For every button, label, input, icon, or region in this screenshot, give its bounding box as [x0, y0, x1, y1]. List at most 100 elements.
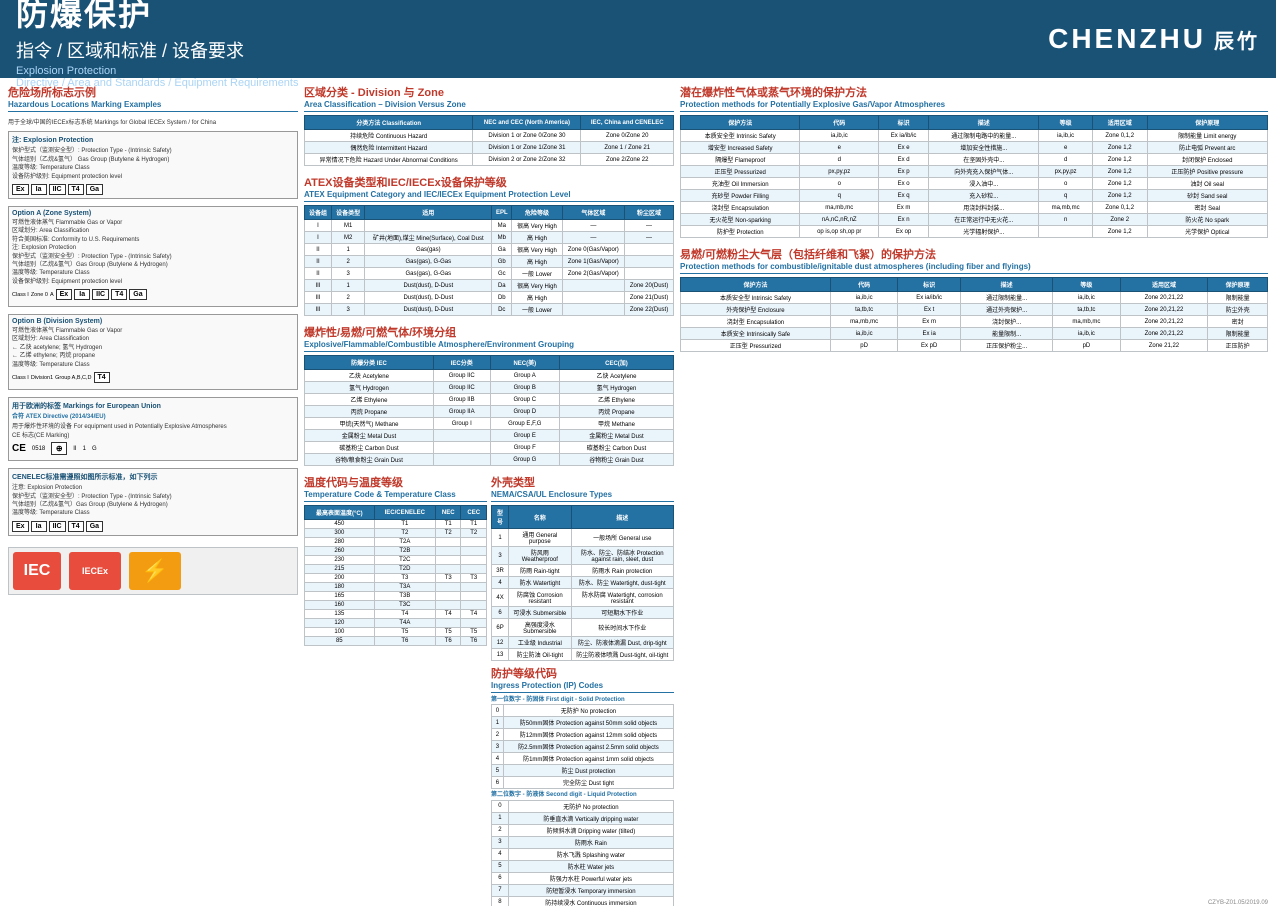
table-cell: 高 High — [512, 232, 562, 244]
option-b-diagram: Option B (Division System) 可燃性液体蒸气 Flamm… — [8, 314, 298, 390]
table-row: II2Gas(gas), G-GasGb高 HighZone 1(Gas/Vap… — [305, 256, 674, 268]
table-cell: Dc — [492, 304, 512, 316]
section6-title-en: NEMA/CSA/UL Enclosure Types — [491, 490, 674, 499]
table-cell: 乙烯 Ethylene — [559, 394, 673, 406]
table-cell: Group IIA — [433, 406, 490, 418]
table-cell: 持续危险 Continuous Hazard — [305, 130, 473, 142]
table-row: 7防短暂浸水 Temporary immersion — [492, 884, 674, 896]
table-cell: M1 — [331, 220, 364, 232]
table-cell: 2 — [331, 292, 364, 304]
table-cell: Zone 21(Dust) — [625, 292, 674, 304]
table-cell: 160 — [305, 601, 375, 610]
gp-col4: 描述 — [929, 116, 1039, 130]
table-cell: Zone 0,1,2 — [1092, 130, 1147, 142]
table-row: 隔爆型 FlameproofdEx d在坚固外壳中...dZone 1,2封闭保… — [681, 154, 1268, 166]
table-cell: T6 — [374, 637, 435, 646]
table-cell: 正压保护粉尘... — [961, 340, 1053, 352]
table-cell: 向外壳充入保护气体... — [929, 166, 1039, 178]
table-row: 本质安全型 Intrinsic Safetyia,ib,icEx ia/ib/i… — [681, 292, 1268, 304]
table-cell: Zone 2 — [1092, 214, 1147, 226]
table-cell: Zone 0,1,2 — [1092, 202, 1147, 214]
dp-col1: 保护方法 — [681, 278, 831, 292]
table-cell: 可短期水下作业 — [571, 607, 673, 619]
table-cell: 碳基粉尘 Carbon Dust — [559, 442, 673, 454]
table-cell: 在坚固外壳中... — [929, 154, 1039, 166]
main-subtitle-zh: 指令 / 区域和标准 / 设备要求 — [16, 37, 298, 63]
temp-code-section: 温度代码与温度等级 Temperature Code & Temperature… — [304, 474, 487, 906]
ia-box: Ia — [31, 184, 47, 195]
table-cell: ta,tb,tc — [1053, 304, 1120, 316]
table-cell — [625, 268, 674, 280]
table-row: 乙炔 AcetyleneGroup IICGroup A乙炔 Acetylene — [305, 370, 674, 382]
table-row: 3防风雨 Weatherproof防水、防尘、防结冰 Protection ag… — [492, 547, 674, 565]
table-cell — [436, 565, 461, 574]
table-cell: Gas(gas), G-Gas — [365, 268, 492, 280]
table-cell: T5 — [461, 628, 487, 637]
table-row: II3Gas(gas), G-GasGc一般 LowerZone 2(Gas/V… — [305, 268, 674, 280]
table-cell: 防尘 Dust protection — [503, 765, 673, 777]
section1-header: 危险场所标志示例 Hazardous Locations Marking Exa… — [8, 84, 298, 112]
option-a-row: Class I Zone 0 A Ex Ia IIC T4 Ga — [12, 289, 294, 300]
table-cell: 正压型 Pressurized — [681, 166, 800, 178]
table-row: 无火花型 Non-sparkingnA,nC,nR,nZEx n在正常运行中无火… — [681, 214, 1268, 226]
option-a-diagram: Option A (Zone System) 可燃性液体蒸气 Flammable… — [8, 206, 298, 307]
table-cell: 隔爆型 Flameproof — [681, 154, 800, 166]
table-cell: e — [800, 142, 879, 154]
option-a-title: Option A (Zone System) — [12, 210, 294, 217]
table-cell: px,py,pz — [1039, 166, 1093, 178]
table-cell: T5 — [436, 628, 461, 637]
table-cell: T3 — [374, 574, 435, 583]
table-cell: 可浸水 Submersible — [509, 607, 571, 619]
table-cell — [436, 556, 461, 565]
table-cell: 防风雨 Weatherproof — [509, 547, 571, 565]
table-row: 13防尘防油 Oil-tight防尘防液体喷溅 Dust-tight, oil-… — [492, 649, 674, 661]
table-cell: 乙烯 Ethylene — [305, 394, 434, 406]
table-row: 正压型 Pressurizedpx,py,pzEx p向外壳充入保护气体...p… — [681, 166, 1268, 178]
table-cell: 防垂直水滴 Vertically dripping water — [508, 812, 673, 824]
table-row: IM1Ma很高 Very High—— — [305, 220, 674, 232]
table-cell: 防水 Watertight — [509, 577, 571, 589]
middle-column: 区域分类 - Division 与 Zone Area Classificati… — [304, 84, 674, 900]
table-cell: 通过限制能量... — [961, 292, 1053, 304]
table-cell: T3B — [374, 592, 435, 601]
table-cell: T2 — [436, 529, 461, 538]
table-cell — [461, 592, 487, 601]
table-row: 135T4T4T4 — [305, 610, 487, 619]
table-cell: 光学保护 Optical — [1147, 226, 1267, 238]
table-cell — [436, 538, 461, 547]
footer-code: CZYB-Z01.05/2019.09 — [1208, 900, 1268, 906]
table-cell: 油封 Oil seal — [1147, 178, 1267, 190]
table-cell: 氢气 Hydrogen — [305, 382, 434, 394]
table-cell: ia,ib,ic — [1053, 328, 1120, 340]
table-cell: 3 — [331, 268, 364, 280]
table-row: 260T2B — [305, 547, 487, 556]
table-row: 215T2D — [305, 565, 487, 574]
table-cell: ta,tb,tc — [830, 304, 897, 316]
table-cell: 4 — [492, 577, 509, 589]
table-cell: T1 — [374, 520, 435, 529]
table-cell: T3A — [374, 583, 435, 592]
global-label: 用于全球/中国的IECEx标志系统 Markings for Global IE… — [8, 119, 298, 127]
table-cell: — — [625, 220, 674, 232]
table-cell: ma,mb,mc — [1053, 316, 1120, 328]
table-cell: Zone 1,2 — [1092, 166, 1147, 178]
table-row: 4防1mm固体 Protection against 1mm solid obj… — [492, 753, 674, 765]
table-row: III1Dust(dust), D-DustDa很高 Very HighZone… — [305, 280, 674, 292]
table-cell: pD — [1053, 340, 1120, 352]
logos-section: IEC IECEx ⚡ — [8, 547, 298, 595]
table-row: 5防尘 Dust protection — [492, 765, 674, 777]
table-cell: Group G — [490, 454, 559, 466]
temp-col3: NEC — [436, 506, 461, 520]
table-cell: 工业级 Industrial — [509, 637, 571, 649]
table-cell: Division 2 or Zone 2/Zone 32 — [473, 154, 581, 166]
section7-title-zh: 防护等级代码 — [491, 665, 674, 681]
table-cell: 高强度浸水 Submersible — [509, 619, 571, 637]
table-cell: Zone 22(Dust) — [625, 304, 674, 316]
table-row: 450T1T1T1 — [305, 520, 487, 529]
temp-col1: 最高表面温度(°C) — [305, 506, 375, 520]
table-cell: 防雨水 Rain protection — [571, 565, 673, 577]
table-cell: III — [305, 280, 332, 292]
table-cell: 0 — [492, 705, 504, 717]
gp-col7: 保护原理 — [1147, 116, 1267, 130]
table-cell: 1 — [492, 717, 504, 729]
